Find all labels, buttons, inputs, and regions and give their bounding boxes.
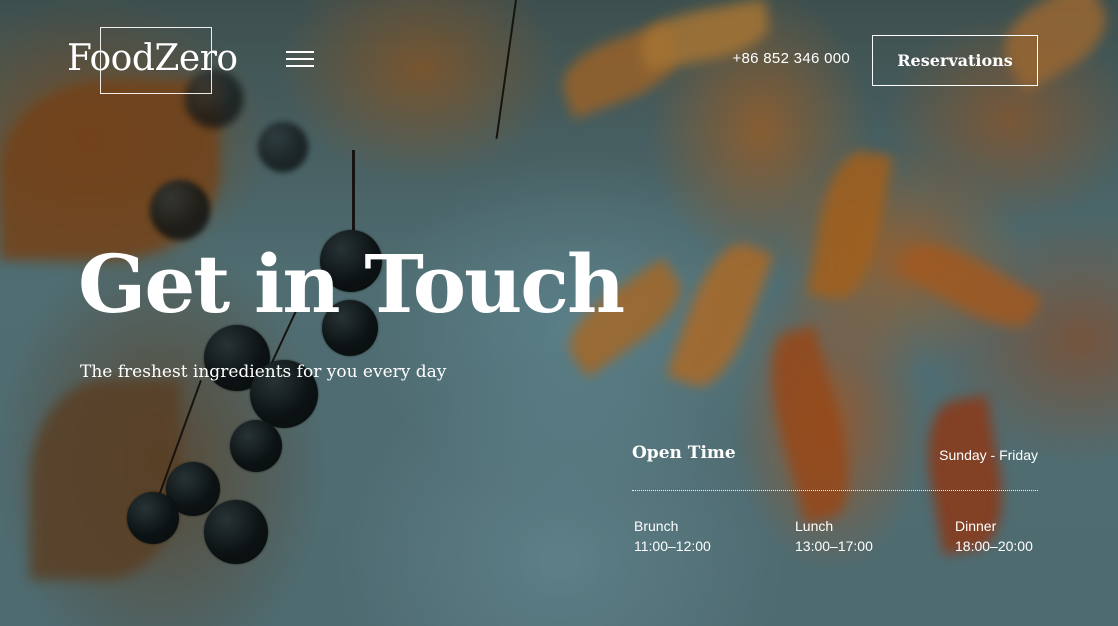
- meal-name: Brunch: [634, 518, 679, 534]
- dotted-divider: [632, 490, 1038, 491]
- phone-number-link[interactable]: +86 852 346 000: [700, 50, 850, 67]
- meal-hours: 13:00–17:00: [795, 538, 873, 554]
- meal-hours: 11:00–12:00: [634, 538, 711, 554]
- logo[interactable]: FoodZero: [67, 27, 247, 94]
- meal-item-brunch: Brunch 11:00–12:00: [634, 516, 711, 556]
- hamburger-icon-line: [286, 58, 314, 60]
- page-subtitle: The freshest ingredients for you every d…: [80, 362, 447, 382]
- meal-item-dinner: Dinner 18:00–20:00: [955, 516, 1033, 556]
- hamburger-icon-line: [286, 51, 314, 53]
- hamburger-icon-line: [286, 65, 314, 67]
- hamburger-menu-button[interactable]: [286, 49, 314, 69]
- logo-text: FoodZero: [67, 38, 238, 79]
- reservations-button-label: Reservations: [897, 51, 1013, 70]
- meal-hours: 18:00–20:00: [955, 538, 1033, 554]
- open-days: Sunday - Friday: [939, 447, 1038, 463]
- meal-item-lunch: Lunch 13:00–17:00: [795, 516, 873, 556]
- open-time-title: Open Time: [632, 443, 736, 463]
- open-time-section: Open Time Sunday - Friday Brunch 11:00–1…: [632, 443, 1038, 563]
- meal-name: Dinner: [955, 518, 997, 534]
- page-title: Get in Touch: [78, 237, 625, 331]
- meal-name: Lunch: [795, 518, 834, 534]
- reservations-button[interactable]: Reservations: [872, 35, 1038, 86]
- meal-hours-list: Brunch 11:00–12:00 Lunch 13:00–17:00 Din…: [634, 516, 1038, 556]
